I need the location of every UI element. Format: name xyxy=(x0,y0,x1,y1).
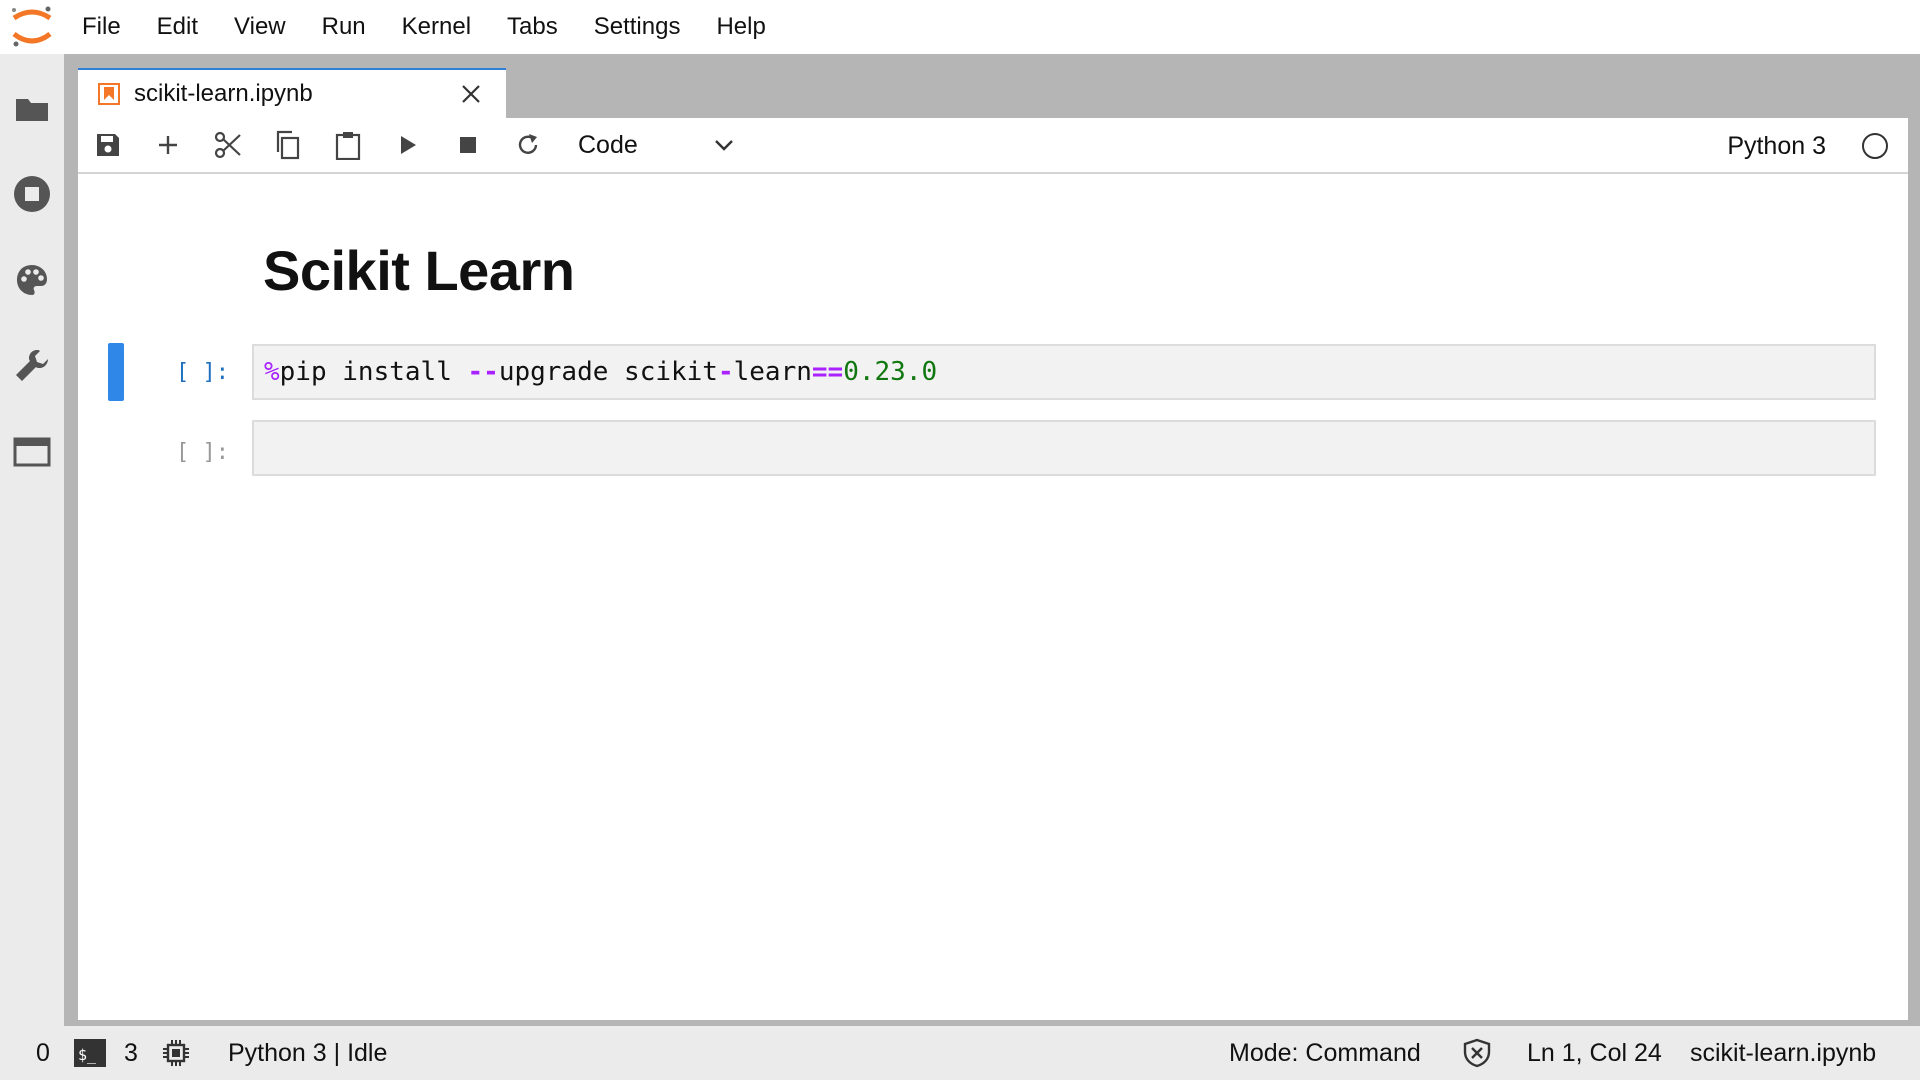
status-bar: 0 $_ 3 Python 3 | Idle Mode: Command Ln … xyxy=(0,1026,1920,1080)
close-icon[interactable] xyxy=(456,79,486,109)
notebook-panel: Code Python 3 Scikit Learn [ ]: %pip ins… xyxy=(78,118,1908,1020)
restart-icon[interactable] xyxy=(498,117,558,173)
kernel-name[interactable]: Python 3 xyxy=(1727,118,1826,174)
code-command: pip install xyxy=(279,357,468,387)
palette-icon[interactable] xyxy=(12,260,52,300)
jupyter-logo-icon[interactable] xyxy=(0,0,64,54)
paste-icon[interactable] xyxy=(318,117,378,173)
save-icon[interactable] xyxy=(78,117,138,173)
notebook-tab[interactable]: scikit-learn.ipynb xyxy=(78,68,506,118)
code-argument: learn xyxy=(733,357,812,387)
chevron-down-icon xyxy=(714,138,734,152)
running-icon[interactable] xyxy=(12,174,52,214)
menu-help[interactable]: Help xyxy=(698,0,783,54)
code-argument: upgrade scikit xyxy=(498,357,718,387)
terminal-count[interactable]: 3 xyxy=(124,1026,138,1080)
stop-icon[interactable] xyxy=(438,117,498,173)
code-cell-editor[interactable]: %pip install --upgrade scikit-learn==0.2… xyxy=(252,344,1876,400)
menu-tabs[interactable]: Tabs xyxy=(489,0,576,54)
copy-icon[interactable] xyxy=(258,117,318,173)
code-operator: == xyxy=(811,357,844,387)
left-activity-bar xyxy=(0,54,64,1026)
menu-view[interactable]: View xyxy=(216,0,304,54)
run-icon[interactable] xyxy=(378,117,438,173)
cut-icon[interactable] xyxy=(198,117,258,173)
shield-icon[interactable] xyxy=(1462,1038,1492,1075)
code-magic: % xyxy=(264,357,280,387)
plus-icon[interactable] xyxy=(138,117,198,173)
cpu-icon[interactable] xyxy=(162,1039,190,1074)
notebook-heading: Scikit Learn xyxy=(263,239,575,302)
cell-type-label: Code xyxy=(578,130,638,159)
menu-file[interactable]: File xyxy=(64,0,139,54)
menu-edit[interactable]: Edit xyxy=(139,0,216,54)
svg-text:$_: $_ xyxy=(78,1046,97,1064)
tab-title: scikit-learn.ipynb xyxy=(134,80,313,107)
menu-kernel[interactable]: Kernel xyxy=(384,0,489,54)
mode-indicator[interactable]: Mode: Command xyxy=(1229,1026,1421,1080)
code-cell-editor[interactable] xyxy=(252,420,1876,476)
cell-type-dropdown[interactable]: Code xyxy=(578,125,734,165)
status-count[interactable]: 0 xyxy=(36,1026,50,1080)
code-operator: - xyxy=(717,357,734,387)
terminal-icon[interactable]: $_ xyxy=(74,1039,106,1074)
tabs-icon[interactable] xyxy=(12,432,52,472)
menu-settings[interactable]: Settings xyxy=(576,0,699,54)
notebook-toolbar: Code Python 3 xyxy=(78,118,1908,174)
folder-icon[interactable] xyxy=(12,88,52,128)
active-cell-indicator[interactable] xyxy=(108,343,124,401)
kernel-status[interactable]: Python 3 | Idle xyxy=(228,1026,387,1080)
code-version: 0.23.0 xyxy=(843,357,938,387)
code-operator: -- xyxy=(467,357,499,387)
wrench-icon[interactable] xyxy=(12,346,52,386)
status-filename: scikit-learn.ipynb xyxy=(1690,1039,1877,1067)
menu-bar: File Edit View Run Kernel Tabs Settings … xyxy=(0,0,1920,54)
kernel-status-icon xyxy=(1862,133,1888,159)
menu-run[interactable]: Run xyxy=(304,0,384,54)
notebook-icon xyxy=(98,83,120,105)
cursor-position[interactable]: Ln 1, Col 24 xyxy=(1527,1026,1662,1080)
